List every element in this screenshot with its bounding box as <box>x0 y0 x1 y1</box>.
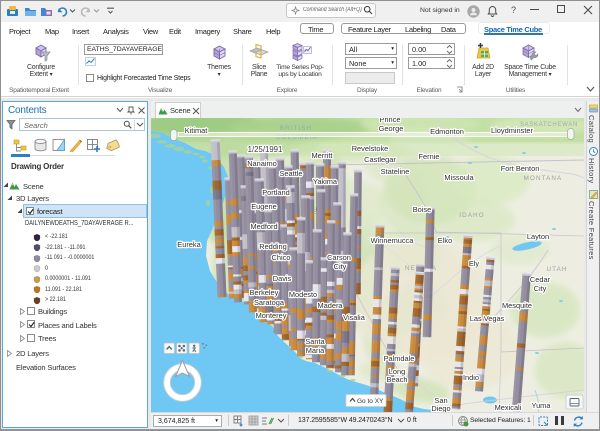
svg-text:Seattle: Seattle <box>279 169 302 178</box>
svg-text:Yakima: Yakima <box>313 177 338 186</box>
svg-text:Palmdale: Palmdale <box>384 354 415 363</box>
svg-text:Lloydminster: Lloydminster <box>491 126 533 135</box>
svg-text:Berkeley: Berkeley <box>250 288 279 297</box>
svg-text:Edmonton: Edmonton <box>430 127 464 136</box>
svg-text:Redding: Redding <box>259 242 287 251</box>
svg-text:Fort Benton: Fort Benton <box>501 164 540 173</box>
svg-text:Winnemucca: Winnemucca <box>371 236 415 245</box>
svg-text:Mexicali: Mexicali <box>495 403 522 412</box>
svg-text:Santa: Santa <box>305 337 325 346</box>
svg-text:Castlegar: Castlegar <box>364 155 396 164</box>
svg-text:Visalia: Visalia <box>343 313 366 322</box>
svg-text:Stateline: Stateline <box>381 167 410 176</box>
svg-text:Saratoga: Saratoga <box>254 298 285 307</box>
svg-text:Elko: Elko <box>438 236 452 245</box>
svg-text:Eugene: Eugene <box>251 202 276 211</box>
svg-text:Maria: Maria <box>306 346 325 355</box>
svg-text:Ely: Ely <box>469 259 480 268</box>
svg-text:Eureka: Eureka <box>177 240 201 249</box>
svg-text:BRITISH: BRITISH <box>280 125 313 132</box>
svg-text:1/25/1991: 1/25/1991 <box>248 145 283 154</box>
svg-text:Cedar: Cedar <box>530 275 551 284</box>
svg-text:Davis: Davis <box>273 274 292 283</box>
svg-text:MONTANA: MONTANA <box>524 175 563 182</box>
svg-text:IDAHO: IDAHO <box>459 212 484 219</box>
svg-text:Modesto: Modesto <box>289 290 317 299</box>
svg-text:Monterey: Monterey <box>256 311 287 320</box>
svg-text:Carson: Carson <box>327 253 351 262</box>
svg-text:Yuma: Yuma <box>532 401 552 410</box>
svg-text:Revelstoke: Revelstoke <box>352 144 389 153</box>
svg-text:Kitimat: Kitimat <box>185 126 208 135</box>
svg-text:Go to XY: Go to XY <box>357 398 384 405</box>
svg-text:Nanaimo: Nanaimo <box>247 159 277 168</box>
svg-text:Boise: Boise <box>413 205 432 214</box>
svg-text:City: City <box>534 284 547 293</box>
svg-text:Merritt: Merritt <box>312 151 333 160</box>
svg-text:UTAH: UTAH <box>546 266 567 273</box>
svg-text:Madera: Madera <box>317 301 343 310</box>
svg-text:George: George <box>379 124 404 133</box>
svg-text:Portland: Portland <box>262 188 290 197</box>
svg-text:Fernie: Fernie <box>419 152 440 161</box>
svg-text:City: City <box>334 262 347 271</box>
svg-text:Diego: Diego <box>431 404 450 412</box>
svg-text:Missoula: Missoula <box>444 173 474 182</box>
svg-text:Las Vegas: Las Vegas <box>470 314 505 323</box>
svg-text:Indio: Indio <box>463 373 479 382</box>
svg-text:Chico: Chico <box>272 253 291 262</box>
svg-text:Beach: Beach <box>387 375 408 384</box>
svg-text:Mesquite: Mesquite <box>502 301 532 310</box>
svg-text:Medford: Medford <box>250 222 277 231</box>
svg-text:Layton: Layton <box>527 232 549 241</box>
